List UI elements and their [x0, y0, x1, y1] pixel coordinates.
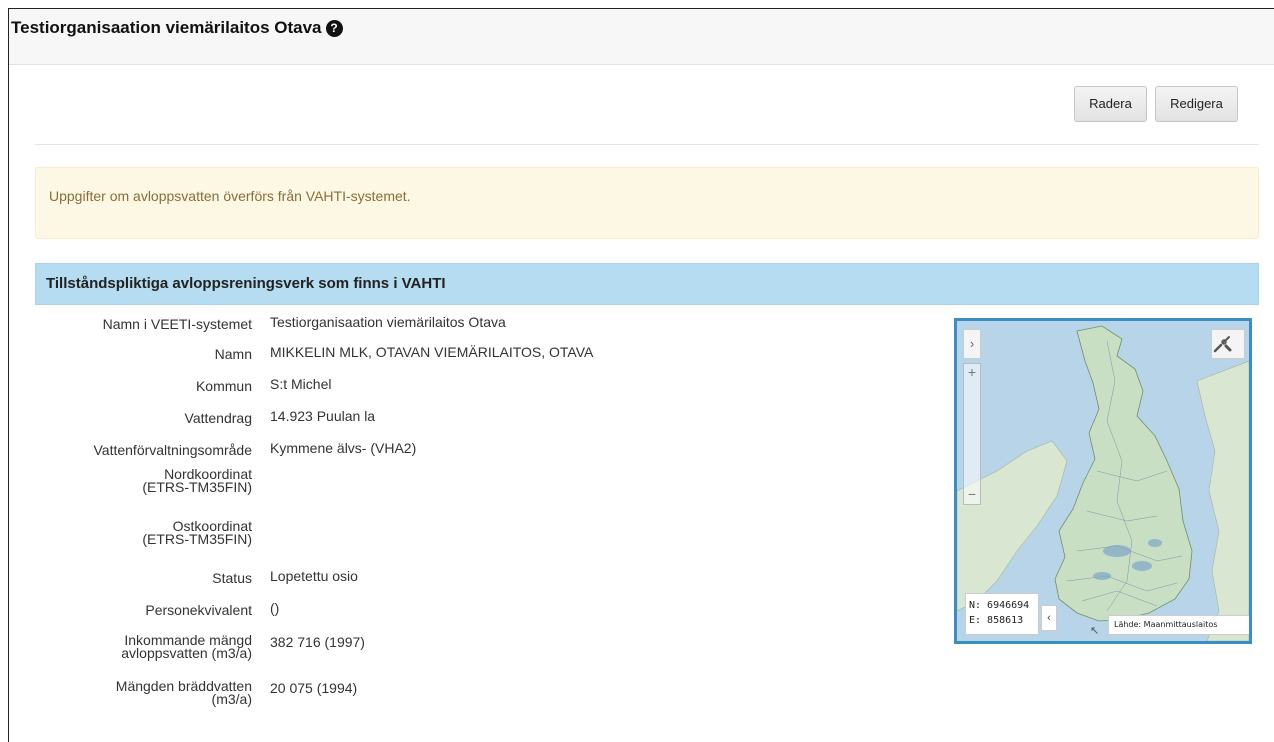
zoom-slider[interactable]: + −	[963, 363, 981, 505]
help-icon[interactable]: ?	[325, 20, 343, 37]
map-expand-button[interactable]: ›	[963, 329, 981, 359]
location-map[interactable]: › + − N: 6946694 E: 858613 ‹ ↖ Lähde: Ma…	[954, 318, 1252, 644]
alert-text: Uppgifter om avloppsvatten överförs från…	[49, 188, 411, 204]
detail-row: Inkommande mängd avloppsvatten (m3/a) 382…	[9, 632, 929, 680]
divider	[35, 144, 1259, 145]
detail-value: MIKKELIN MLK, OTAVAN VIEMÄRILAITOS, OTAV…	[270, 344, 594, 360]
page-title: Testiorganisaation viemärilaitos Otava?	[11, 18, 343, 38]
panel-heading: Tillståndspliktiga avloppsreningsverk so…	[35, 263, 1259, 305]
detail-label: Namn i VEETI-systemet	[102, 316, 252, 332]
detail-value: Kymmene älvs- (VHA2)	[270, 440, 417, 456]
detail-row: Vattendrag 14.923 Puulan la	[9, 408, 929, 440]
wrench-screwdriver-icon	[1213, 336, 1232, 353]
detail-label: Vattendrag	[184, 410, 252, 426]
page-title-text: Testiorganisaation viemärilaitos Otava	[11, 18, 322, 37]
detail-row: Kommun S:t Michel	[9, 376, 929, 408]
detail-value: Lopetettu osio	[270, 568, 358, 584]
detail-value: ()	[270, 600, 280, 616]
edit-button[interactable]: Redigera	[1155, 86, 1238, 122]
attribution-arrow-icon[interactable]: ↖	[1090, 624, 1099, 637]
detail-row: Personekvivalent ()	[9, 600, 929, 634]
info-alert: Uppgifter om avloppsvatten överförs från…	[35, 167, 1259, 239]
delete-button[interactable]: Radera	[1074, 86, 1147, 122]
detail-label: Inkommande mängd avloppsvatten (m3/a)	[121, 632, 252, 661]
detail-label: Status	[212, 570, 252, 586]
map-tools-button[interactable]	[1211, 329, 1245, 359]
detail-row: Nordkoordinat (ETRS-TM35FIN)	[9, 466, 929, 520]
detail-row: Namn MIKKELIN MLK, OTAVAN VIEMÄRILAITOS,…	[9, 344, 929, 376]
detail-label: Kommun	[195, 378, 252, 394]
detail-label: Personekvivalent	[145, 602, 252, 618]
coordinate-readout: N: 6946694 E: 858613	[965, 593, 1039, 635]
coordinate-toggle-button[interactable]: ‹	[1041, 605, 1057, 631]
detail-value: 20 075 (1994)	[270, 680, 358, 696]
detail-value: 382 716 (1997)	[270, 634, 365, 650]
detail-row: Mängden bräddvatten (m3/a) 20 075 (1994)	[9, 678, 929, 720]
detail-label: Mängden bräddvatten (m3/a)	[115, 678, 252, 707]
main-content: Radera Redigera Uppgifter om avloppsvatt…	[9, 66, 1274, 742]
detail-row: Vattenförvaltningsområde Kymmene älvs- (…	[9, 440, 929, 468]
detail-row: Ostkoordinat (ETRS-TM35FIN)	[9, 518, 929, 568]
detail-row: Status Lopetettu osio	[9, 568, 929, 600]
detail-label: Vattenförvaltningsområde	[93, 442, 253, 458]
detail-label: Namn	[214, 346, 252, 362]
zoom-out-button[interactable]: −	[964, 486, 980, 502]
detail-label: Ostkoordinat (ETRS-TM35FIN)	[142, 518, 252, 547]
coordinate-north: N: 6946694	[969, 600, 1030, 611]
detail-row: Namn i VEETI-systemet Testiorganisaation…	[9, 314, 929, 344]
detail-value: 14.923 Puulan la	[270, 408, 376, 424]
coordinate-east: E: 858613	[969, 615, 1024, 626]
detail-value: Testiorganisaation viemärilaitos Otava	[270, 314, 506, 330]
map-attribution: Lähde: Maanmittauslaitos	[1108, 615, 1249, 635]
page-header: Testiorganisaation viemärilaitos Otava?	[9, 9, 1274, 65]
detail-label: Nordkoordinat (ETRS-TM35FIN)	[142, 466, 252, 495]
zoom-in-button[interactable]: +	[964, 364, 980, 380]
detail-value: S:t Michel	[270, 376, 332, 392]
